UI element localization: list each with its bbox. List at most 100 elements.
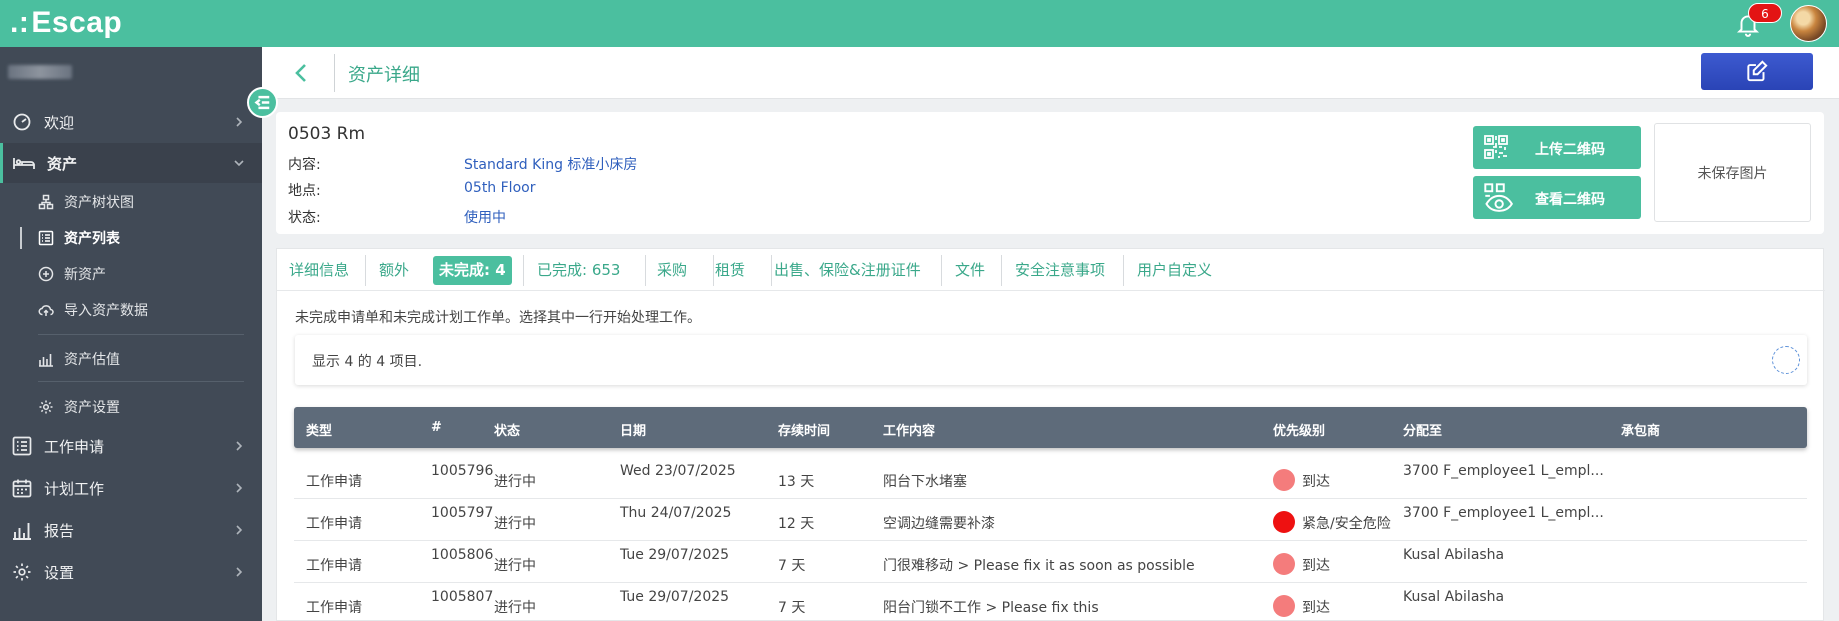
col-date[interactable]: 日期 [620,420,646,439]
priority-dot-icon [1273,553,1295,575]
sidebar-sub-item-label: 导入资产数据 [64,303,148,319]
hierarchy-icon [38,194,54,210]
table-row[interactable]: 工作申请 1005806 进行中 Tue 29/07/2025 7 天 门很难移… [294,541,1807,583]
chevron-right-icon [236,483,243,493]
page-header: 资产详细 [262,47,1839,99]
tab-separator [713,255,714,286]
tab-separator [365,255,366,286]
cell-date: Tue 29/07/2025 [620,589,730,605]
cell-number: 1005796 [431,463,494,479]
priority-dot-icon [1273,469,1295,491]
cell-assigned: 3700 F_employee1 L_empl... [1403,505,1604,521]
col-assigned[interactable]: 分配至 [1403,420,1442,439]
tab-completed[interactable]: 已完成: 653 [537,256,620,285]
avatar[interactable] [1790,5,1827,42]
back-arrow-icon[interactable] [290,61,314,85]
col-content[interactable]: 工作内容 [883,420,935,439]
qr-code-icon [1484,135,1508,159]
tab-sale-insurance[interactable]: 出售、保险&注册证件 [774,256,921,285]
tab-details[interactable]: 详细信息 [289,256,349,285]
cell-number: 1005806 [431,547,494,563]
col-status[interactable]: 状态 [494,420,520,439]
sidebar-item-label: 工作申请 [44,437,105,456]
field-value-status[interactable]: 使用中 [464,207,506,227]
tab-separator [771,255,772,286]
photo-placeholder-text: 未保存图片 [1697,165,1768,182]
priority-dot-icon [1273,511,1295,533]
tab-separator [645,255,646,286]
upload-qr-button[interactable]: 上传二维码 [1473,126,1641,169]
tab-safety[interactable]: 安全注意事项 [1015,256,1105,285]
cell-priority: 紧急/安全危险 [1302,516,1391,532]
cell-duration: 12 天 [778,516,815,532]
asset-photo-placeholder[interactable]: 未保存图片 [1654,123,1811,222]
col-duration[interactable]: 存续时间 [778,420,830,439]
sidebar-sub-item-asset-list[interactable]: 资产列表 [0,223,262,253]
tab-incomplete[interactable]: 未完成: 4 [433,256,512,285]
field-value-content[interactable]: Standard King 标准小床房 [464,154,637,174]
sidebar-item-planned-work[interactable]: 计划工作 [0,468,262,508]
col-type[interactable]: 类型 [306,420,332,439]
view-qr-button[interactable]: 查看二维码 [1473,176,1641,219]
cell-type: 工作申请 [306,600,362,616]
field-value-location[interactable]: 05th Floor [464,180,535,196]
cell-type: 工作申请 [306,474,362,490]
sidebar-collapse-button[interactable] [247,87,278,118]
col-contractor[interactable]: 承包商 [1621,420,1660,439]
tab-purchase[interactable]: 采购 [657,256,687,285]
loading-spinner-icon [1772,346,1800,374]
sidebar-item-label: 欢迎 [44,113,75,132]
sidebar: 欢迎 资产 资产树状图 资产列表 新资产 导入资产数据 资产估值 资产设置 工作… [0,47,262,621]
tab-separator [1123,255,1124,286]
table-row[interactable]: 工作申请 1005796 进行中 Wed 23/07/2025 13 天 阳台下… [294,457,1807,499]
tab-separator [1001,255,1002,286]
notification-badge[interactable]: 6 [1748,3,1782,23]
sidebar-sub-item-label: 资产列表 [64,231,120,247]
gear-icon [39,400,53,414]
table-row[interactable]: 工作申请 1005807 进行中 Tue 29/07/2025 7 天 阳台门锁… [294,583,1807,621]
sidebar-sub-item-asset-settings[interactable]: 资产设置 [0,392,262,422]
bed-icon [13,158,35,169]
tab-lease[interactable]: 租赁 [715,256,745,285]
sidebar-sub-item-import-assets[interactable]: 导入资产数据 [0,295,262,325]
app-logo[interactable]: .:Escap [10,6,122,40]
sidebar-sub-item-new-asset[interactable]: 新资产 [0,259,262,289]
tab-separator [941,255,942,286]
cell-status: 进行中 [494,558,536,574]
sidebar-item-welcome[interactable]: 欢迎 [0,102,262,142]
tab-panel: 详细信息 额外 未完成: 4 已完成: 653 采购 租赁 出售、保险&注册证件… [276,248,1825,621]
cell-duration: 13 天 [778,474,815,490]
cell-status: 进行中 [494,474,536,490]
top-bar: .:Escap 6 [0,0,1839,47]
cell-type: 工作申请 [306,516,362,532]
sidebar-sub-item-asset-tree[interactable]: 资产树状图 [0,187,262,217]
sidebar-sub-item-label: 资产估值 [64,352,120,368]
tab-user-defined[interactable]: 用户自定义 [1137,256,1212,285]
bar-chart-icon [13,523,31,540]
table-row[interactable]: 工作申请 1005797 进行中 Thu 24/07/2025 12 天 空调边… [294,499,1807,541]
cell-number: 1005797 [431,505,494,521]
tab-separator [523,255,524,286]
page-title: 资产详细 [348,65,420,86]
sidebar-item-work-requests[interactable]: 工作申请 [0,426,262,466]
cell-content: 阳台门锁不工作 > Please fix this [883,600,1099,616]
tab-extra[interactable]: 额外 [379,256,409,285]
col-number[interactable]: # [431,420,442,435]
sidebar-item-label: 报告 [44,521,75,540]
sidebar-sub-item-label: 资产树状图 [64,195,134,211]
sidebar-item-assets[interactable]: 资产 [0,143,262,183]
sidebar-item-reports[interactable]: 报告 [0,510,262,550]
upload-qr-label: 上传二维码 [1535,142,1605,158]
cell-number: 1005807 [431,589,494,605]
calendar-icon [12,479,32,498]
tab-files[interactable]: 文件 [955,256,985,285]
edit-button[interactable] [1701,53,1813,90]
work-info-text: 未完成申请单和未完成计划工作单。选择其中一行开始处理工作。 [295,310,701,326]
sidebar-sub-item-asset-valuation[interactable]: 资产估值 [0,344,262,374]
col-priority[interactable]: 优先级别 [1273,420,1325,439]
sidebar-item-settings[interactable]: 设置 [0,552,262,592]
qr-view-icon [1484,183,1513,212]
username-blurred [8,65,72,79]
cell-duration: 7 天 [778,600,806,616]
header-divider [334,54,335,92]
